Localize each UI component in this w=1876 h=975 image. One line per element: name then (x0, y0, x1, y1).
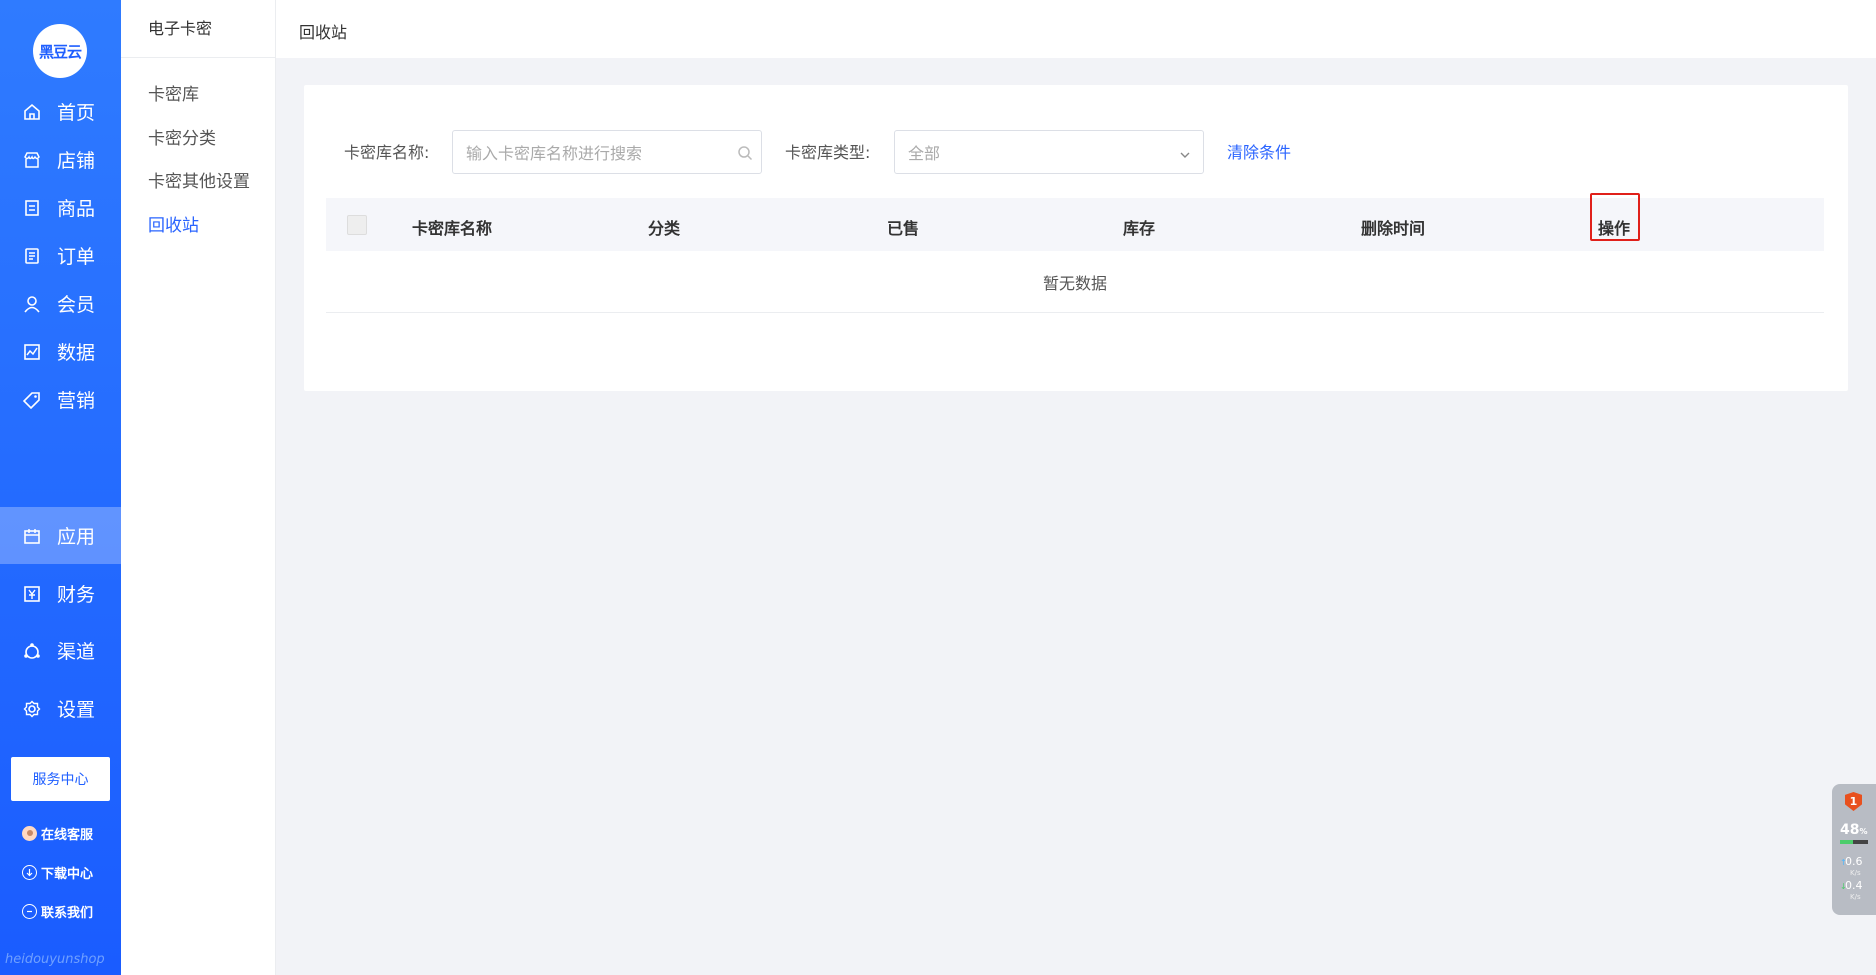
yuan-icon (22, 584, 42, 604)
download-center-link[interactable]: 下载中心 (22, 863, 93, 882)
col-header-sold: 已售 (887, 219, 920, 238)
nav-label: 商品 (57, 198, 96, 220)
goods-icon (22, 198, 42, 218)
clear-filters-link[interactable]: 清除条件 (1227, 139, 1291, 163)
cpu-usage-unit: % (1859, 827, 1868, 836)
nav-label: 渠道 (57, 641, 96, 663)
download-icon (22, 865, 37, 880)
cpu-usage-bar (1840, 840, 1868, 844)
avatar-icon (22, 826, 37, 841)
online-service-link[interactable]: 在线客服 (22, 824, 93, 843)
download-speed-value: 0.4 (1845, 879, 1863, 892)
name-search-input[interactable]: 输入卡密库名称进行搜索 (452, 130, 762, 174)
gear-icon (22, 699, 42, 719)
cpu-usage-value: 48 (1840, 822, 1860, 838)
nav-label: 订单 (57, 246, 96, 268)
order-icon (22, 246, 42, 266)
app-box-icon (22, 526, 42, 546)
name-filter-label: 卡密库名称: (344, 143, 430, 162)
name-search-placeholder: 输入卡密库名称进行搜索 (466, 144, 643, 163)
nav-label: 应用 (57, 526, 96, 548)
chevron-down-icon (1179, 146, 1191, 165)
subnav-item-card-settings[interactable]: 卡密其他设置 (148, 167, 250, 192)
system-monitor-widget[interactable]: 1 48% ↑0.6 K/s ↓0.4 K/s (1832, 784, 1876, 915)
contact-us-label: 联系我们 (41, 906, 94, 921)
nav-label: 营销 (57, 390, 96, 412)
brand-logo[interactable]: 黑豆云 (33, 24, 87, 78)
subnav-item-card-category[interactable]: 卡密分类 (148, 124, 216, 149)
nav-label: 设置 (57, 699, 96, 721)
nav-item-settings[interactable]: 设置 (0, 680, 121, 737)
top-bar: 回收站 (276, 0, 1876, 58)
subnav-title: 电子卡密 (121, 0, 275, 58)
nav-label: 首页 (57, 102, 96, 124)
type-filter-label: 卡密库类型: (785, 143, 871, 162)
search-icon[interactable] (737, 145, 753, 165)
nav-label: 店铺 (57, 150, 96, 172)
nav-item-finance[interactable]: 财务 (0, 565, 121, 622)
sub-nav: 电子卡密 卡密库 卡密分类 卡密其他设置 回收站 (121, 0, 276, 975)
chart-icon (22, 342, 42, 362)
download-speed: ↓0.4 K/s (1840, 880, 1863, 903)
upload-speed: ↑0.6 K/s (1840, 856, 1863, 879)
online-service-label: 在线客服 (41, 828, 94, 843)
download-speed-unit: K/s (1850, 893, 1861, 901)
nav-item-channel[interactable]: 渠道 (0, 622, 121, 679)
upload-speed-unit: K/s (1850, 869, 1861, 877)
cpu-usage: 48% (1840, 822, 1868, 838)
chat-icon (22, 904, 37, 919)
cpu-usage-fill (1840, 840, 1854, 844)
contact-us-link[interactable]: 联系我们 (22, 902, 93, 921)
service-center-button[interactable]: 服务中心 (11, 757, 110, 801)
shield-badge-icon: 1 (1845, 792, 1862, 811)
col-header-delete-time: 删除时间 (1361, 219, 1426, 238)
empty-state: 暂无数据 (326, 251, 1824, 313)
col-header-stock: 库存 (1123, 219, 1156, 238)
type-select-value: 全部 (908, 144, 941, 163)
channel-icon (22, 641, 42, 661)
nav-label: 数据 (57, 342, 96, 364)
col-header-name: 卡密库名称 (412, 219, 493, 238)
main-nav: 黑豆云 首页 店铺 商品 订单 会员 数据 营销 应用 财务 渠道 设置 服务中… (0, 0, 121, 975)
nav-label: 会员 (57, 294, 96, 316)
highlight-box (1590, 193, 1640, 241)
download-center-label: 下载中心 (41, 867, 94, 882)
tag-icon (22, 390, 42, 410)
subnav-item-recycle-bin[interactable]: 回收站 (148, 211, 199, 236)
subnav-item-card-library[interactable]: 卡密库 (148, 80, 199, 105)
col-header-category: 分类 (648, 219, 681, 238)
nav-label: 财务 (57, 584, 96, 606)
type-select[interactable]: 全部 (894, 130, 1204, 174)
breadcrumb: 回收站 (299, 23, 348, 42)
member-icon (22, 294, 42, 314)
store-icon (22, 150, 42, 170)
upload-speed-value: 0.6 (1845, 855, 1863, 868)
home-icon (22, 102, 42, 122)
select-all-checkbox[interactable] (347, 215, 367, 235)
nav-item-marketing[interactable]: 营销 (0, 371, 121, 428)
watermark-text: heidouyunshop (5, 952, 105, 967)
nav-item-apps[interactable]: 应用 (0, 507, 121, 564)
